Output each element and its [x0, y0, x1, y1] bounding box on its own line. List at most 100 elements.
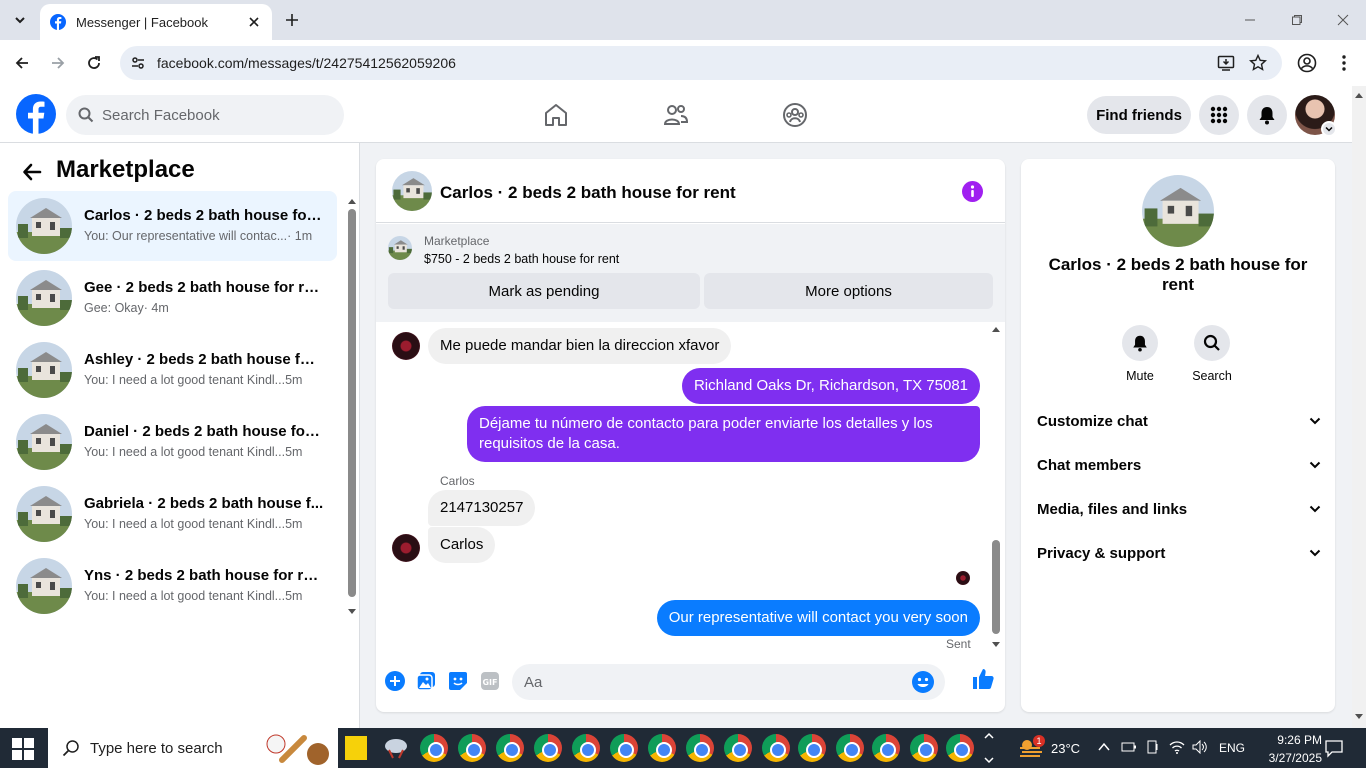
emoji-icon[interactable] — [911, 670, 935, 694]
chrome-taskbar-icon[interactable] — [572, 734, 600, 762]
listing-title[interactable]: $750 - 2 beds 2 bath house for rent — [424, 252, 619, 266]
conversation-name: Ashley · 2 beds 2 bath house for... — [84, 351, 324, 368]
notification-center-icon[interactable] — [1324, 738, 1344, 758]
listing-source: Marketplace — [424, 234, 490, 248]
mark-as-pending-button[interactable]: Mark as pending — [388, 273, 700, 309]
temperature-text[interactable]: 23°C — [1051, 741, 1080, 756]
message-input[interactable]: Aa — [512, 664, 945, 700]
chrome-taskbar-icon[interactable] — [872, 734, 900, 762]
close-window-icon[interactable] — [1333, 10, 1353, 30]
customize-chat-section[interactable]: Customize chat — [1037, 409, 1321, 433]
mute-button[interactable]: Mute — [1110, 325, 1170, 383]
browser-tab[interactable]: Messenger | Facebook — [40, 4, 272, 40]
back-arrow-icon[interactable] — [11, 52, 33, 74]
thread-scrollbar[interactable] — [989, 322, 1003, 652]
facebook-search-input[interactable]: Search Facebook — [66, 95, 344, 135]
new-tab-icon[interactable] — [282, 10, 302, 30]
app-icon[interactable] — [383, 736, 409, 760]
conversation-item[interactable]: Yns · 2 beds 2 bath house for rent You: I… — [8, 551, 337, 621]
chrome-taskbar-icon[interactable] — [534, 734, 562, 762]
windows-start-icon[interactable] — [12, 738, 34, 760]
sidebar-title: Marketplace — [56, 156, 195, 183]
chrome-taskbar-icon[interactable] — [910, 734, 938, 762]
chrome-taskbar-icon[interactable] — [648, 734, 676, 762]
chrome-taskbar-icon[interactable] — [724, 734, 752, 762]
listing-small-thumbnail[interactable] — [388, 236, 412, 260]
chrome-taskbar-icon[interactable] — [420, 734, 448, 762]
chat-title[interactable]: Carlos · 2 beds 2 bath house for rent — [440, 183, 736, 203]
sender-avatar[interactable] — [392, 534, 420, 562]
chat-members-section[interactable]: Chat members — [1037, 453, 1321, 477]
chrome-taskbar-icon[interactable] — [496, 734, 524, 762]
sidebar-scrollbar[interactable] — [346, 195, 358, 620]
chrome-taskbar-icon[interactable] — [686, 734, 714, 762]
more-options-button[interactable]: More options — [704, 273, 993, 309]
browser-profile-icon[interactable] — [1297, 53, 1317, 73]
taskbar-scroll[interactable] — [984, 731, 994, 765]
conversation-item[interactable]: Daniel · 2 beds 2 bath house for ... You:… — [8, 407, 337, 477]
chrome-taskbar-icon[interactable] — [458, 734, 486, 762]
conversation-item[interactable]: Gee · 2 beds 2 bath house for rent Gee: O… — [8, 263, 337, 333]
conversation-name: Gabriela · 2 beds 2 bath house f... — [84, 495, 324, 512]
sticker-icon[interactable] — [446, 669, 470, 693]
tab-search-button[interactable] — [6, 7, 34, 33]
url-text[interactable]: facebook.com/messages/t/2427541256205920… — [157, 55, 456, 71]
section-label: Customize chat — [1037, 412, 1148, 430]
bookmark-star-icon[interactable] — [1248, 53, 1268, 73]
listing-thumbnail[interactable] — [392, 171, 432, 211]
page-scrollbar[interactable] — [1352, 86, 1366, 728]
search-in-chat-button[interactable]: Search — [1182, 325, 1242, 383]
photo-icon[interactable] — [414, 669, 438, 693]
chrome-taskbar-icon[interactable] — [762, 734, 790, 762]
conversation-item[interactable]: Gabriela · 2 beds 2 bath house f... You: … — [8, 479, 337, 549]
chrome-taskbar-icon[interactable] — [836, 734, 864, 762]
volume-icon[interactable] — [1192, 740, 1208, 754]
media-files-links-section[interactable]: Media, files and links — [1037, 497, 1321, 521]
find-friends-button[interactable]: Find friends — [1087, 96, 1191, 134]
chrome-taskbar-icon[interactable] — [798, 734, 826, 762]
conversation-time: 5m — [285, 589, 303, 603]
groups-icon[interactable] — [780, 100, 810, 130]
thumbs-up-icon[interactable] — [971, 667, 995, 691]
message-bubble: Me puede mandar bien la direccion xfavor — [428, 328, 732, 364]
friends-icon[interactable] — [661, 100, 691, 130]
privacy-support-section[interactable]: Privacy & support — [1037, 541, 1321, 565]
message-bubble: Carlos — [428, 527, 496, 563]
conversation-item[interactable]: Ashley · 2 beds 2 bath house for... You: … — [8, 335, 337, 405]
clock[interactable]: 9:26 PM 3/27/2025 — [1256, 731, 1322, 767]
language-indicator[interactable]: ENG — [1219, 741, 1245, 755]
conversation-thumbnail — [16, 414, 72, 470]
tab-close-icon[interactable] — [246, 14, 262, 30]
install-app-icon[interactable] — [1216, 53, 1236, 73]
conversation-preview: Gee: Okay· 4m — [84, 301, 169, 315]
account-chevron-icon[interactable] — [1321, 121, 1337, 137]
minimize-icon[interactable] — [1240, 10, 1260, 30]
sender-avatar[interactable] — [392, 332, 420, 360]
info-icon[interactable] — [962, 181, 983, 202]
notifications-bell-icon[interactable] — [1247, 95, 1287, 135]
tray-chevron-up-icon[interactable] — [1097, 740, 1111, 754]
menu-grid-icon[interactable] — [1199, 95, 1239, 135]
conversation-preview: You: I need a lot good tenant Kindl...5m — [84, 373, 302, 387]
chrome-taskbar-icon[interactable] — [610, 734, 638, 762]
forward-arrow-icon[interactable] — [47, 52, 69, 74]
restore-icon[interactable] — [1287, 10, 1307, 30]
reload-icon[interactable] — [83, 52, 105, 74]
browser-menu-icon[interactable] — [1334, 53, 1354, 73]
chrome-taskbar-icon[interactable] — [946, 734, 974, 762]
device-icon[interactable] — [1146, 739, 1160, 755]
back-arrow-icon[interactable] — [20, 160, 44, 184]
listing-large-thumbnail[interactable] — [1142, 175, 1214, 247]
home-icon[interactable] — [541, 100, 571, 130]
battery-icon[interactable] — [1121, 740, 1137, 754]
taskbar-search-box[interactable]: Type here to search — [48, 728, 338, 768]
sticky-notes-app-icon[interactable] — [345, 736, 367, 760]
conversation-item[interactable]: Carlos · 2 beds 2 bath house for ... You:… — [8, 191, 337, 261]
plus-circle-icon[interactable] — [383, 669, 407, 693]
conversation-last-message: Gee: Okay — [84, 301, 144, 315]
site-info-icon[interactable] — [128, 53, 148, 73]
chat-panel: Carlos · 2 beds 2 bath house for rent Ma… — [376, 159, 1005, 712]
gif-icon[interactable]: GIF — [478, 669, 502, 693]
wifi-icon[interactable] — [1169, 740, 1185, 754]
facebook-logo-icon[interactable] — [16, 94, 56, 134]
